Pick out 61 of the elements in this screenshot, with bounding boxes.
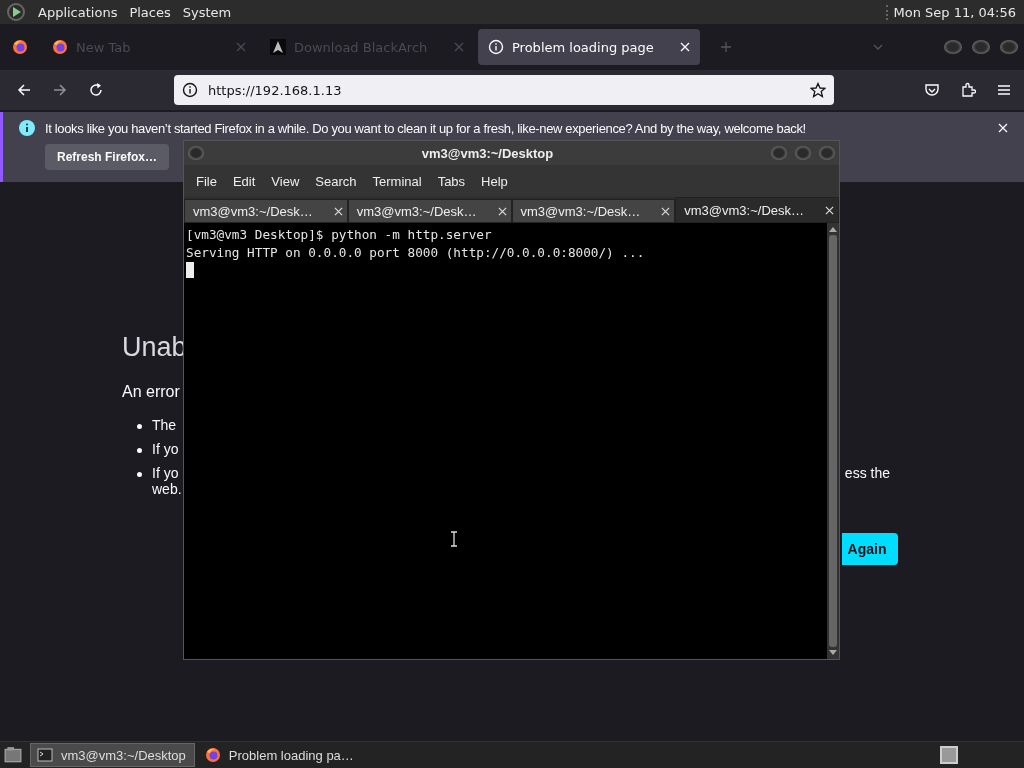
desktop-icon[interactable] xyxy=(4,746,22,764)
triangle-logo-icon xyxy=(270,39,286,55)
bullet-text: If yo xyxy=(152,465,179,481)
terminal-line: Serving HTTP on 0.0.0.0 port 8000 (http://0.0.0.0:8000/) ... xyxy=(186,244,646,262)
window-button[interactable] xyxy=(1000,40,1018,54)
menu-item[interactable]: Tabs xyxy=(429,173,474,189)
bullet-text: web. xyxy=(152,481,183,497)
menu-icon[interactable] xyxy=(996,82,1012,98)
bullet-dot xyxy=(137,448,142,453)
panel-menu[interactable]: Applications xyxy=(38,4,118,20)
scrollbar[interactable] xyxy=(827,223,839,659)
taskbar-item[interactable]: vm3@vm3:~/Desktop xyxy=(30,743,195,767)
url-field[interactable]: https://192.168.1.13 xyxy=(174,75,834,105)
menu-item[interactable]: Help xyxy=(473,173,516,189)
menu-item[interactable]: Edit xyxy=(224,173,264,189)
terminal-tab[interactable]: vm3@vm3:~/Desk… xyxy=(511,199,676,223)
scrollbar-thumb[interactable] xyxy=(829,235,837,647)
try-again-button[interactable]: Again xyxy=(842,533,898,565)
forward-icon[interactable] xyxy=(52,82,68,98)
refresh-firefox-button[interactable]: Refresh Firefox… xyxy=(45,144,170,170)
menu-item[interactable]: View xyxy=(263,173,308,189)
bullet-dot xyxy=(137,424,142,429)
terminal-icon xyxy=(37,747,53,763)
puzzle-icon[interactable] xyxy=(960,82,976,98)
back-icon[interactable] xyxy=(16,82,32,98)
info-icon[interactable] xyxy=(182,82,198,98)
menu-item[interactable]: Terminal xyxy=(364,173,430,189)
logo-icon[interactable] xyxy=(6,2,26,22)
pocket-icon[interactable] xyxy=(924,82,940,98)
scroll-up-icon[interactable] xyxy=(828,225,838,233)
firefox-icon[interactable] xyxy=(12,39,28,55)
text-cursor xyxy=(186,262,194,278)
notification-message: It looks like you haven’t started Firefox in a while. Do you want to clean it up for a fresh, like-new experience? And by the way, welcome back! xyxy=(45,120,807,136)
terminal-tab[interactable]: vm3@vm3:~/Desk… xyxy=(347,199,512,223)
reload-icon[interactable] xyxy=(88,82,104,98)
window-button[interactable] xyxy=(972,40,990,54)
panel-menu[interactable]: Places xyxy=(129,4,171,20)
mouse-cursor-icon xyxy=(450,531,458,547)
menu-item[interactable]: Search xyxy=(307,173,365,189)
bullet-text: If yo xyxy=(152,441,179,457)
terminal-tab[interactable]: vm3@vm3:~/Desk… xyxy=(675,197,839,223)
window-title: vm3@vm3:~/Desktop xyxy=(420,145,555,161)
panel-menu[interactable]: System xyxy=(182,4,232,20)
browser-tab[interactable]: Problem loading page xyxy=(478,29,700,65)
workspace-switcher[interactable] xyxy=(940,746,958,764)
terminal-tab[interactable]: vm3@vm3:~/Desk… xyxy=(184,199,348,223)
bullet-text: The xyxy=(152,417,177,433)
star-icon[interactable] xyxy=(810,82,826,98)
menu-item[interactable]: File xyxy=(188,173,225,189)
info-icon xyxy=(19,120,35,136)
taskbar-item[interactable]: Problem loading pa… xyxy=(198,744,362,766)
window-button[interactable] xyxy=(944,40,962,54)
clock: Mon Sep 11, 04:56 xyxy=(885,4,1024,20)
bullet-text: ess the xyxy=(844,465,890,481)
bullet-dot xyxy=(137,472,142,477)
terminal-line: [vm3@vm3 Desktop]$ python -m http.server xyxy=(186,226,493,244)
firefox-icon xyxy=(52,39,68,55)
error-intro: An error xyxy=(122,383,181,401)
info-icon xyxy=(488,39,504,55)
firefox-icon xyxy=(204,747,221,763)
scroll-down-icon[interactable] xyxy=(828,649,838,657)
